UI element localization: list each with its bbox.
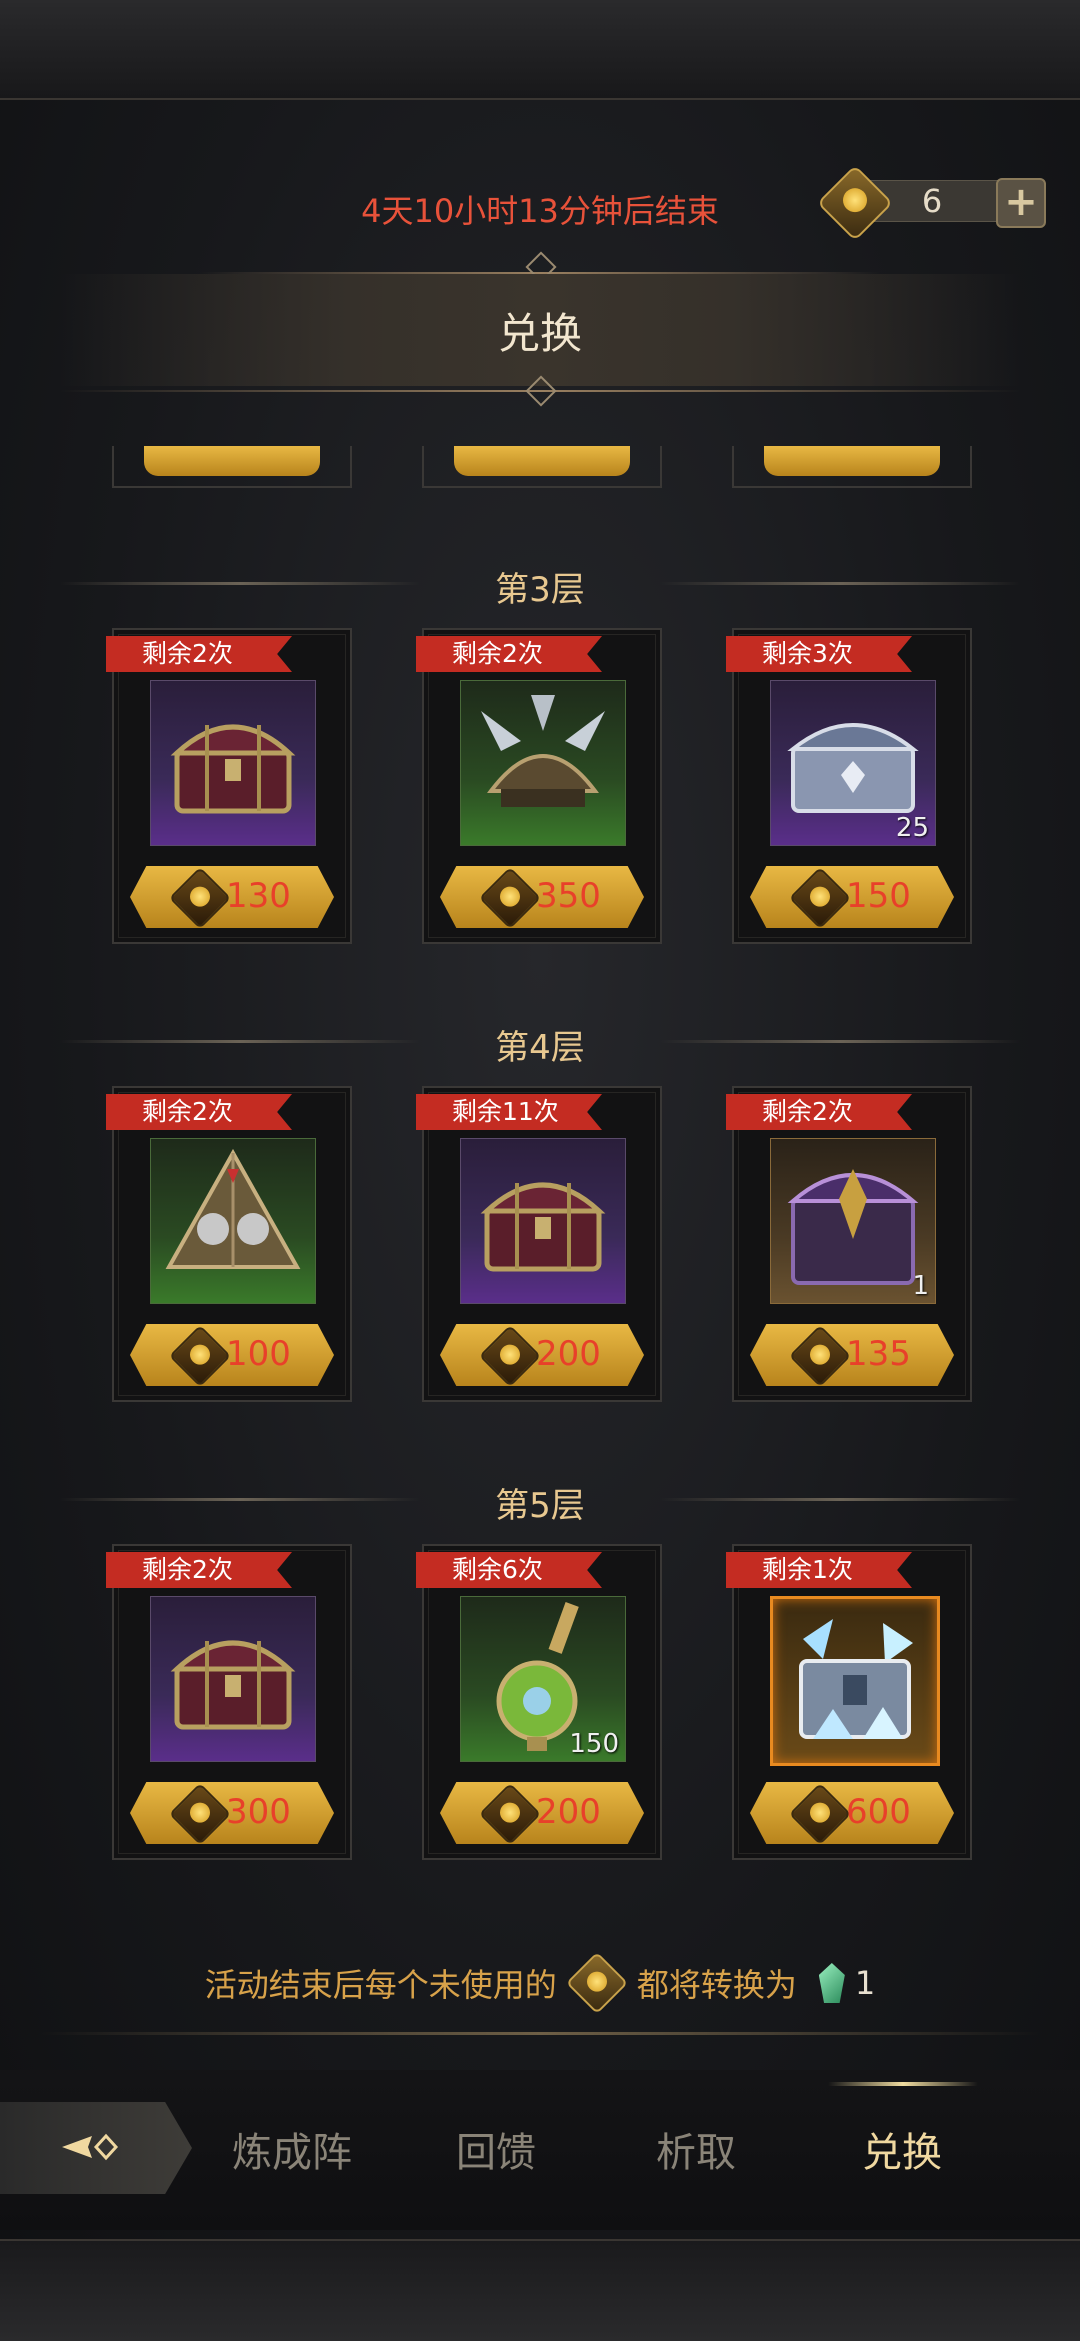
tab-exchange[interactable]: 兑换 (862, 2120, 942, 2178)
exchange-item-card[interactable]: 剩余1次 600 (726, 1544, 972, 1860)
buy-price-button[interactable]: 600 (750, 1782, 954, 1844)
price-value: 300 (226, 1792, 291, 1832)
skull-pyramid-icon (150, 1138, 316, 1304)
exchange-item-card[interactable]: 剩余2次 100 (106, 1086, 352, 1402)
token-coin-icon (788, 866, 852, 928)
exchange-item-card[interactable]: 剩余2次 350 (416, 628, 662, 944)
potion-flask-icon: 150 (460, 1596, 626, 1762)
price-value: 600 (846, 1792, 911, 1832)
layer-title: 第4层 (495, 1028, 585, 1068)
token-coin-icon (168, 866, 232, 928)
remaining-count-badge: 剩余2次 (106, 1094, 292, 1130)
token-coin-icon (788, 1324, 852, 1386)
remaining-count-badge: 剩余1次 (726, 1552, 912, 1588)
buy-price-button[interactable]: 130 (130, 866, 334, 928)
price-value: 130 (226, 876, 291, 916)
buy-price-button[interactable]: 135 (750, 1324, 954, 1386)
item-quantity: 25 (895, 813, 929, 843)
price-value: 200 (536, 1792, 601, 1832)
buy-price-button[interactable]: 100 (130, 1324, 334, 1386)
green-crystal-icon (818, 1963, 845, 2003)
token-coin-icon (565, 1951, 628, 2015)
page-title: 兑换 (497, 309, 582, 358)
note-prefix: 活动结束后每个未使用的 (204, 1966, 557, 2004)
exchange-item-card[interactable]: 剩余6次 150 200 (416, 1544, 662, 1860)
price-value: 100 (226, 1334, 291, 1374)
exchange-item-card[interactable]: 剩余2次 300 (106, 1544, 352, 1860)
token-coin-icon (478, 1324, 542, 1386)
remaining-count-badge: 剩余2次 (106, 1552, 292, 1588)
price-value: 350 (536, 876, 601, 916)
active-tab-indicator (828, 2082, 978, 2086)
tab-alchemy[interactable]: 炼成阵 (232, 2120, 352, 2178)
exchange-item-card[interactable]: 剩余3次 25 150 (726, 628, 972, 944)
buy-price-button[interactable]: 350 (440, 866, 644, 928)
currency-value: 6 (921, 182, 943, 220)
partial-card (112, 446, 352, 488)
treasure-chest-icon (150, 680, 316, 846)
partial-card (732, 446, 972, 488)
silver-chest-icon: 25 (770, 680, 936, 846)
partial-card (422, 446, 662, 488)
layer-title: 第3层 (495, 570, 585, 610)
bottom-frame (0, 2239, 1080, 2341)
tab-extract[interactable]: 析取 (656, 2120, 736, 2178)
conversion-note: 活动结束后每个未使用的 都将转换为 1 (0, 1951, 1080, 2015)
exchange-item-card[interactable]: 剩余2次 1 135 (726, 1086, 972, 1402)
top-frame (0, 0, 1080, 100)
exchange-item-card[interactable]: 剩余2次 130 (106, 628, 352, 944)
token-coin-icon (788, 1782, 852, 1844)
price-value: 200 (536, 1334, 601, 1374)
token-coin-icon (168, 1324, 232, 1386)
buy-price-button[interactable]: 200 (440, 1324, 644, 1386)
token-coin-icon (168, 1782, 232, 1844)
dark-chest-icon: 1 (770, 1138, 936, 1304)
price-value: 150 (846, 876, 911, 916)
item-quantity: 150 (569, 1729, 619, 1759)
treasure-chest-icon (460, 1138, 626, 1304)
buy-price-button[interactable]: 150 (750, 866, 954, 928)
note-middle: 都将转换为 (636, 1966, 797, 2004)
nav-divider (40, 2032, 1040, 2035)
layer-title: 第5层 (495, 1486, 585, 1526)
add-currency-button[interactable]: + (996, 178, 1046, 228)
remaining-count-badge: 剩余2次 (106, 636, 292, 672)
remaining-count-badge: 剩余3次 (726, 636, 912, 672)
crystal-chest-icon (770, 1596, 940, 1766)
tab-feedback[interactable]: 回馈 (456, 2120, 536, 2178)
exchange-item-card[interactable]: 剩余11次 200 (416, 1086, 662, 1402)
note-amount: 1 (854, 1964, 876, 2002)
remaining-count-badge: 剩余6次 (416, 1552, 602, 1588)
currency-display: 6 + (816, 164, 1046, 242)
back-button[interactable] (0, 2102, 192, 2194)
item-quantity: 1 (912, 1271, 929, 1301)
token-coin-icon (478, 1782, 542, 1844)
back-arrow-icon (62, 2133, 119, 2161)
remaining-count-badge: 剩余2次 (416, 636, 602, 672)
remaining-count-badge: 剩余11次 (416, 1094, 602, 1130)
price-value: 135 (846, 1334, 911, 1374)
token-coin-icon (478, 866, 542, 928)
remaining-count-badge: 剩余2次 (726, 1094, 912, 1130)
spiked-helmet-icon (460, 680, 626, 846)
buy-price-button[interactable]: 200 (440, 1782, 644, 1844)
buy-price-button[interactable]: 300 (130, 1782, 334, 1844)
treasure-chest-icon (150, 1596, 316, 1762)
